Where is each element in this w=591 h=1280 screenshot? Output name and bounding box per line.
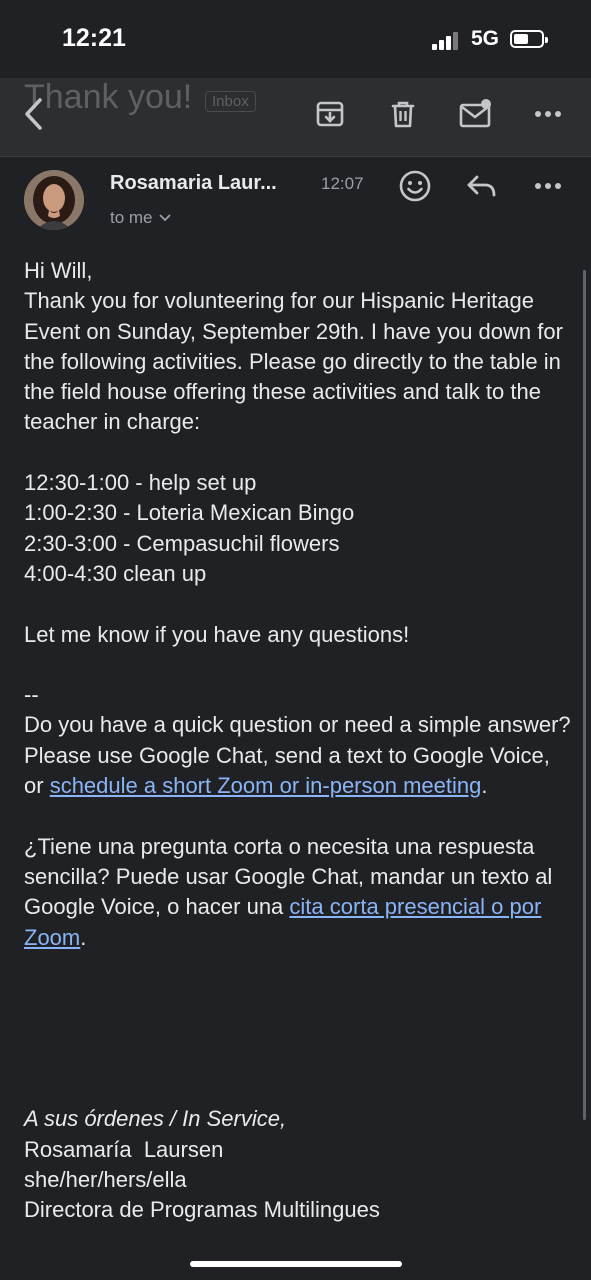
signature-name: Rosamaría Laursen	[24, 1136, 224, 1162]
schedule-item: 4:00-4:30 clean up	[24, 560, 207, 586]
message-more-icon[interactable]	[530, 168, 566, 204]
cellular-signal-icon	[432, 32, 464, 50]
mark-unread-icon[interactable]	[458, 96, 494, 132]
status-time: 12:21	[62, 24, 126, 52]
sent-time: 12:07	[321, 174, 364, 193]
schedule-item: 1:00-2:30 - Loteria Mexican Bingo	[24, 500, 355, 526]
recipient-label: to me	[110, 208, 153, 227]
emoji-reaction-icon[interactable]	[397, 168, 433, 204]
chevron-down-icon	[158, 214, 171, 222]
battery-icon	[510, 30, 548, 48]
closing-line: Let me know if you have any questions!	[24, 621, 410, 647]
more-icon[interactable]	[530, 96, 566, 132]
scrollbar[interactable]	[583, 270, 586, 1120]
signature-title: Directora de Programas Multilingues	[24, 1197, 380, 1223]
delete-icon[interactable]	[385, 96, 421, 132]
spanish-note-end: .	[80, 924, 87, 950]
schedule-item: 12:30-1:00 - help set up	[24, 470, 257, 496]
home-indicator[interactable]	[190, 1261, 402, 1267]
schedule-item: 2:30-3:00 - Cempasuchil flowers	[24, 530, 340, 556]
spanish-note: ¿Tiene una pregunta corta o necesita una…	[24, 832, 574, 953]
english-note: Do you have a quick question or need a s…	[24, 710, 574, 801]
signature-separator: --	[24, 682, 39, 708]
english-note-end: .	[481, 773, 488, 799]
intro-paragraph: Thank you for volunteering for our Hispa…	[24, 288, 563, 435]
recipient-details[interactable]: to me	[110, 208, 171, 228]
archive-icon[interactable]	[312, 96, 348, 132]
message-body: Hi Will, Thank you for volunteering for …	[24, 256, 574, 1226]
reply-icon[interactable]	[463, 168, 499, 204]
sender-avatar[interactable]	[24, 170, 84, 230]
message-toolbar: Thank you! Inbox	[0, 78, 591, 156]
sender-name[interactable]: Rosamaria Laur...	[110, 172, 277, 195]
back-icon[interactable]	[16, 96, 52, 132]
schedule-meeting-link[interactable]: schedule a short Zoom or in-person meeti…	[50, 773, 482, 798]
signature-tagline: A sus órdenes / In Service,	[24, 1106, 287, 1132]
network-type: 5G	[471, 27, 500, 50]
status-bar: 12:21 5G	[0, 0, 591, 78]
greeting: Hi Will,	[24, 258, 93, 283]
toolbar-divider	[0, 156, 591, 157]
inbox-label-chip: Inbox	[205, 91, 256, 112]
signature-pronouns: she/her/hers/ella	[24, 1166, 187, 1192]
